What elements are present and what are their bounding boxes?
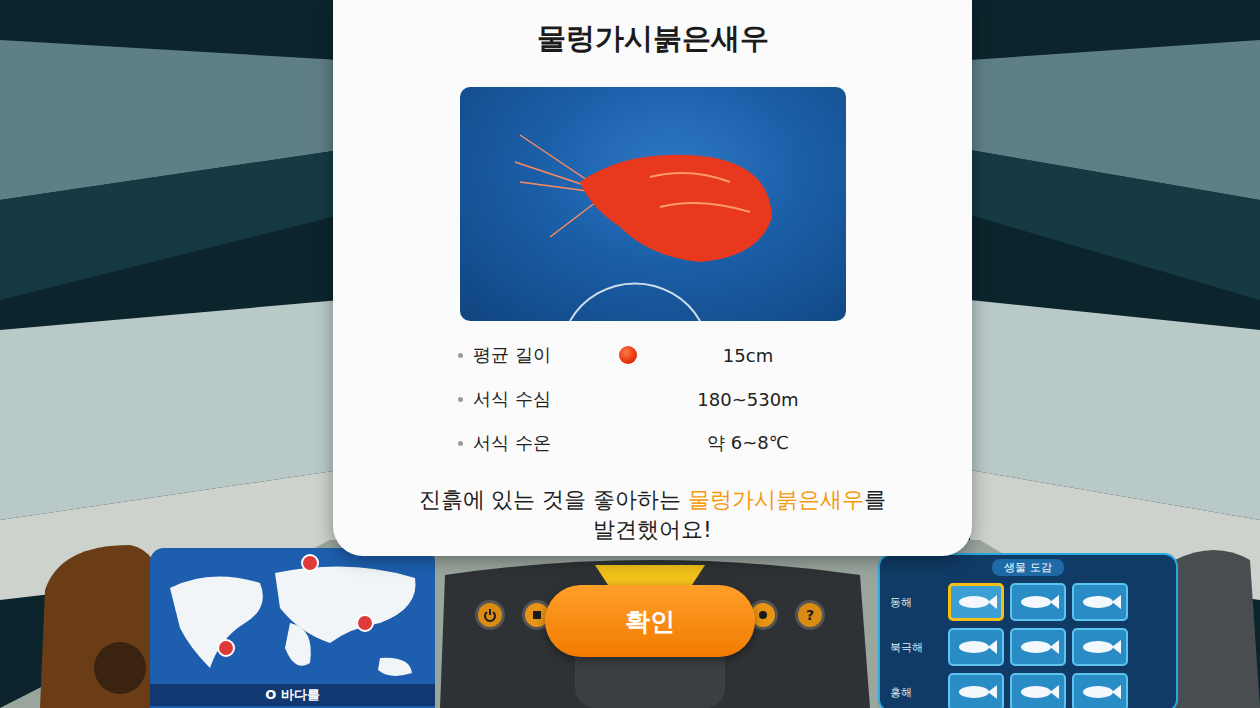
stat-row: 서식 수온 약 6~8℃	[333, 421, 972, 465]
confirm-button[interactable]: 확인	[545, 585, 755, 657]
stat-row: 평균 길이 15cm	[333, 333, 972, 377]
encyclopedia-row: 홍해	[890, 673, 1166, 708]
shrimp-photo-icon	[460, 87, 846, 321]
sea-label: 동해	[890, 595, 942, 610]
light-icon	[756, 608, 770, 622]
creature-slot[interactable]	[1072, 673, 1128, 708]
music-icon	[530, 608, 544, 622]
fish-silhouette-icon	[1078, 636, 1122, 658]
stat-row: 서식 수심 180~530m	[333, 377, 972, 421]
encyclopedia-row: 동해	[890, 583, 1166, 621]
power-button[interactable]	[475, 600, 505, 630]
stat-value: 약 6~8℃	[658, 431, 838, 455]
bullet-icon	[458, 441, 463, 446]
creature-slot[interactable]	[948, 628, 1004, 666]
laser-pointer-icon	[619, 346, 637, 364]
creature-slot[interactable]	[948, 583, 1004, 621]
creature-encyclopedia-panel: 생물 도감동해북극해홍해	[878, 553, 1178, 708]
encyclopedia-row: 북극해	[890, 628, 1166, 666]
sea-label: 홍해	[890, 685, 942, 700]
encyclopedia-title: 생물 도감	[992, 559, 1064, 576]
creature-slot[interactable]	[1010, 673, 1066, 708]
map-caption: O 바다를	[150, 684, 435, 706]
stat-label-text: 서식 수심	[473, 387, 551, 411]
stat-value: 180~530m	[658, 389, 838, 410]
fish-silhouette-icon	[1016, 591, 1060, 613]
creature-info-card: 물렁가시붉은새우평균 길이15cm서식 수심180~530m서식 수온약 6~8…	[333, 0, 972, 556]
help-button[interactable]: ?	[795, 600, 825, 630]
bullet-icon	[458, 353, 463, 358]
message-line: 발견했어요!	[419, 515, 887, 545]
discovery-message: 진흙에 있는 것을 좋아하는 물렁가시붉은새우를발견했어요!	[419, 485, 887, 545]
fish-silhouette-icon	[954, 636, 998, 658]
stat-label: 서식 수심	[458, 387, 598, 411]
stat-label: 서식 수온	[458, 431, 598, 455]
stat-label-text: 서식 수온	[473, 431, 551, 455]
fish-silhouette-icon	[954, 681, 998, 703]
message-highlight: 물렁가시붉은새우	[688, 487, 864, 512]
creature-name: 물렁가시붉은새우	[537, 16, 769, 60]
power-icon	[483, 608, 497, 622]
creature-photo	[460, 87, 846, 321]
creature-slot[interactable]	[948, 673, 1004, 708]
creature-slot[interactable]	[1072, 628, 1128, 666]
creature-slot[interactable]	[1010, 628, 1066, 666]
stat-value: 15cm	[658, 345, 838, 366]
fish-silhouette-icon	[1078, 591, 1122, 613]
message-text: 진흙에 있는 것을 좋아하는	[419, 487, 689, 512]
fish-silhouette-icon	[1078, 681, 1122, 703]
creature-slot[interactable]	[1072, 583, 1128, 621]
fish-silhouette-icon	[954, 591, 998, 613]
stats-list: 평균 길이 15cm 서식 수심 180~530m 서식 수온 약 6~8℃	[333, 333, 972, 465]
message-text: 를	[864, 487, 886, 512]
fish-silhouette-icon	[1016, 636, 1060, 658]
bullet-icon	[458, 397, 463, 402]
creature-slot[interactable]	[1010, 583, 1066, 621]
fish-silhouette-icon	[1016, 681, 1060, 703]
message-line: 진흙에 있는 것을 좋아하는 물렁가시붉은새우를	[419, 485, 887, 515]
stat-label: 평균 길이	[458, 343, 598, 367]
stat-label-text: 평균 길이	[473, 343, 551, 367]
sea-label: 북극해	[890, 640, 942, 655]
world-map-panel[interactable]: O 바다를	[150, 548, 435, 708]
